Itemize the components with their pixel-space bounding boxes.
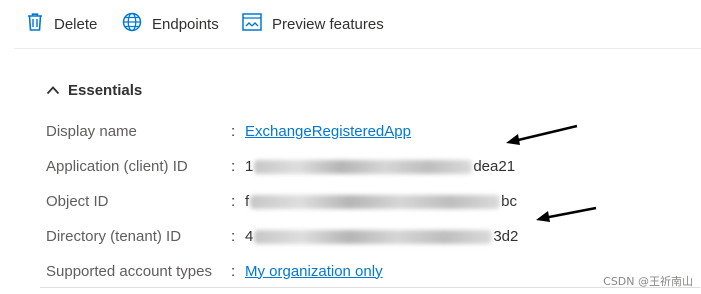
account-types-row: Supported account types : My organizatio…: [46, 259, 666, 283]
essentials-title: Essentials: [68, 81, 143, 99]
display-name-link[interactable]: ExchangeRegisteredApp: [245, 123, 411, 140]
delete-button[interactable]: Delete: [26, 11, 97, 37]
colon: :: [231, 262, 236, 280]
preview-features-button[interactable]: Preview features: [242, 11, 384, 37]
divider: [40, 287, 700, 288]
colon: :: [231, 157, 236, 175]
tenant-id-row: Directory (tenant) ID : 4 3d2: [46, 224, 666, 248]
tenant-id-suffix: 3d2: [493, 227, 519, 245]
redacted-text: [250, 194, 501, 209]
endpoints-label: Endpoints: [152, 15, 219, 33]
tenant-id-value[interactable]: 4 3d2: [245, 228, 518, 245]
object-id-row: Object ID : f bc: [46, 189, 666, 213]
tenant-id-label: Directory (tenant) ID: [46, 227, 182, 245]
command-bar: Delete Endpoints Preview features: [14, 0, 701, 49]
watermark: CSDN @王祈南山: [603, 275, 693, 288]
application-id-prefix: 1: [245, 157, 254, 175]
tenant-id-prefix: 4: [245, 227, 254, 245]
colon: :: [231, 227, 236, 245]
display-name-row: Display name : ExchangeRegisteredApp: [46, 119, 666, 143]
redacted-text: [254, 159, 473, 174]
account-types-link[interactable]: My organization only: [245, 263, 383, 280]
colon: :: [231, 122, 236, 140]
redacted-text: [254, 229, 493, 244]
object-id-prefix: f: [245, 192, 250, 210]
endpoints-button[interactable]: Endpoints: [122, 11, 219, 37]
chevron-up-icon: [46, 82, 68, 99]
preview-features-icon: [242, 13, 272, 35]
object-id-label: Object ID: [46, 192, 109, 210]
object-id-suffix: bc: [501, 192, 518, 210]
delete-label: Delete: [54, 15, 98, 33]
application-id-suffix: dea21: [473, 157, 516, 175]
trash-icon: [26, 12, 54, 36]
application-id-row: Application (client) ID : 1 dea21: [46, 154, 666, 178]
application-id-label: Application (client) ID: [46, 157, 188, 175]
colon: :: [231, 192, 236, 210]
account-types-label: Supported account types: [46, 262, 212, 280]
object-id-value[interactable]: f bc: [245, 193, 517, 210]
display-name-label: Display name: [46, 122, 137, 140]
essentials-toggle[interactable]: Essentials: [46, 79, 142, 101]
preview-features-label: Preview features: [272, 15, 384, 33]
application-id-value[interactable]: 1 dea21: [245, 158, 515, 175]
globe-icon: [122, 12, 152, 36]
